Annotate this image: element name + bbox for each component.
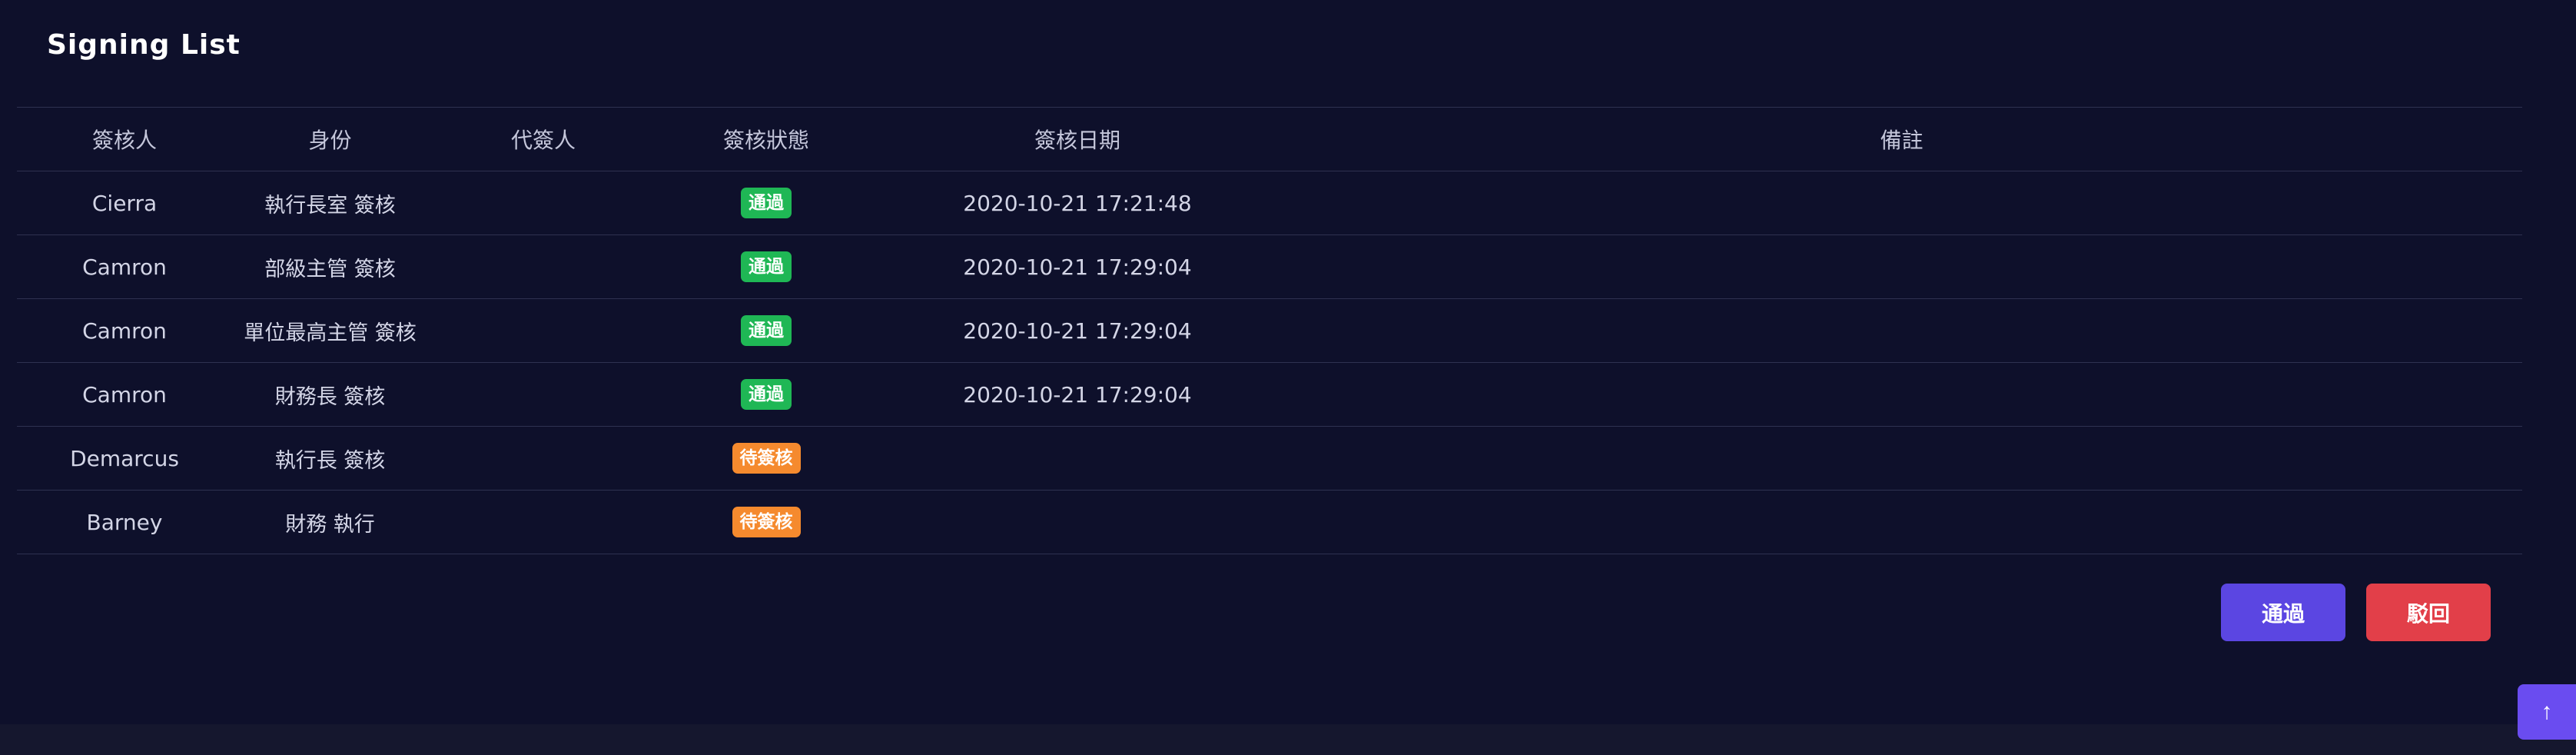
proxy-cell [428,426,659,491]
status-badge: 待簽核 [732,443,801,474]
date-cell: 2020-10-21 17:29:04 [874,234,1281,299]
note-cell [1281,490,2522,554]
role-cell: 執行長室 簽核 [232,171,428,235]
page-title: Signing List [47,29,241,61]
signing-list-card: Signing List 簽核人 身份 代簽人 簽核狀態 簽核日期 備註 Cie… [0,0,2576,724]
status-badge: 通過 [741,251,792,282]
role-cell: 部級主管 簽核 [232,234,428,299]
header-role: 身份 [232,107,428,171]
status-cell: 通過 [659,298,874,363]
header-status: 簽核狀態 [659,107,874,171]
header-note: 備註 [1281,107,2522,171]
signer-cell: Demarcus [17,426,232,491]
header-date: 簽核日期 [874,107,1281,171]
approve-button[interactable]: 通過 [2221,584,2345,641]
header-signer: 簽核人 [17,107,232,171]
status-cell: 通過 [659,362,874,427]
table-row: Camron 財務長 簽核 通過 2020-10-21 17:29:04 [17,362,2522,427]
role-cell: 執行長 簽核 [232,426,428,491]
status-badge: 待簽核 [732,507,801,537]
date-cell [874,426,1281,491]
note-cell [1281,171,2522,235]
note-cell [1281,362,2522,427]
note-cell [1281,426,2522,491]
signer-cell: Cierra [17,171,232,235]
date-cell: 2020-10-21 17:21:48 [874,171,1281,235]
signer-cell: Barney [17,490,232,554]
role-cell: 單位最高主管 簽核 [232,298,428,363]
signer-cell: Camron [17,298,232,363]
proxy-cell [428,490,659,554]
status-cell: 通過 [659,171,874,235]
note-cell [1281,298,2522,363]
note-cell [1281,234,2522,299]
scroll-to-top-button[interactable]: ↑ [2518,684,2576,740]
date-cell: 2020-10-21 17:29:04 [874,362,1281,427]
table-row: Camron 單位最高主管 簽核 通過 2020-10-21 17:29:04 [17,298,2522,363]
proxy-cell [428,234,659,299]
role-cell: 財務 執行 [232,490,428,554]
status-badge: 通過 [741,379,792,410]
proxy-cell [428,171,659,235]
status-badge: 通過 [741,188,792,218]
status-cell: 待簽核 [659,490,874,554]
arrow-up-icon: ↑ [2541,699,2553,724]
status-cell: 待簽核 [659,426,874,491]
signing-table: 簽核人 身份 代簽人 簽核狀態 簽核日期 備註 Cierra 執行長室 簽核 通過 2… [17,107,2522,554]
table-row: Cierra 執行長室 簽核 通過 2020-10-21 17:21:48 [17,171,2522,235]
date-cell [874,490,1281,554]
proxy-cell [428,362,659,427]
date-cell: 2020-10-21 17:29:04 [874,298,1281,363]
header-proxy: 代簽人 [428,107,659,171]
table-header-row: 簽核人 身份 代簽人 簽核狀態 簽核日期 備註 [17,107,2522,171]
signer-cell: Camron [17,234,232,299]
page-footer [0,724,2576,755]
signer-cell: Camron [17,362,232,427]
table-row: Demarcus 執行長 簽核 待簽核 [17,426,2522,491]
status-badge: 通過 [741,315,792,346]
table-row: Camron 部級主管 簽核 通過 2020-10-21 17:29:04 [17,234,2522,299]
role-cell: 財務長 簽核 [232,362,428,427]
table-body: Cierra 執行長室 簽核 通過 2020-10-21 17:21:48 Camron… [17,171,2522,554]
table-row: Barney 財務 執行 待簽核 [17,490,2522,554]
proxy-cell [428,298,659,363]
status-cell: 通過 [659,234,874,299]
reject-button[interactable]: 駁回 [2366,584,2491,641]
